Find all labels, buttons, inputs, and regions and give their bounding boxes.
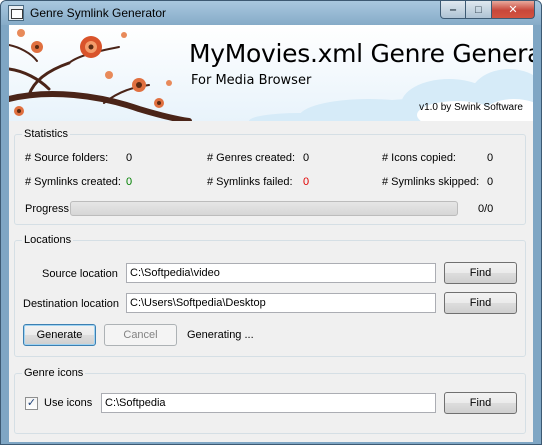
progress-count: 0/0 — [478, 203, 494, 215]
locations-group-label: Locations — [22, 234, 74, 246]
maximize-button[interactable]: □ — [466, 1, 492, 19]
destination-find-button[interactable]: Find — [444, 292, 517, 314]
status-text: Generating ... — [187, 329, 254, 341]
genres-created-value: 0 — [303, 152, 310, 164]
banner-subtitle: For Media Browser — [191, 73, 312, 88]
symlinks-created-value: 0 — [126, 176, 133, 188]
header-banner: MyMovies.xml Genre Generator For Media B… — [9, 25, 533, 121]
minimize-icon: ‒ — [449, 3, 457, 16]
use-icons-label[interactable]: Use icons — [44, 397, 92, 409]
statistics-group-label: Statistics — [22, 128, 71, 140]
title-bar[interactable]: Genre Symlink Generator ‒ □ ✕ — [1, 1, 541, 25]
progress-label: Progress — [25, 203, 70, 215]
source-location-input[interactable]: C:\Softpedia\video — [126, 263, 436, 283]
progress-bar — [70, 201, 458, 216]
window-title: Genre Symlink Generator — [30, 6, 167, 20]
symlinks-failed-label: # Symlinks failed: — [207, 176, 293, 188]
icons-copied-label: # Icons copied: — [382, 152, 456, 164]
generate-button[interactable]: Generate — [23, 324, 96, 346]
source-location-label: Source location — [42, 268, 118, 280]
icons-find-button[interactable]: Find — [444, 392, 517, 414]
genre-icons-group: Genre icons ✓ Use icons C:\Softpedia Fin… — [14, 367, 526, 434]
symlinks-skipped-value: 0 — [487, 176, 494, 188]
source-folders-label: # Source folders: — [25, 152, 109, 164]
caption-buttons: ‒ □ ✕ — [440, 1, 535, 19]
source-folders-value: 0 — [126, 152, 133, 164]
close-icon: ✕ — [508, 4, 518, 16]
genre-icons-group-label: Genre icons — [22, 367, 86, 379]
form-area: Statistics # Source folders: 0 # Genres … — [9, 121, 533, 442]
client-area: MyMovies.xml Genre Generator For Media B… — [9, 25, 533, 442]
symlinks-created-label: # Symlinks created: — [25, 176, 121, 188]
source-find-button[interactable]: Find — [444, 262, 517, 284]
destination-location-label: Destination location — [23, 298, 120, 310]
minimize-button[interactable]: ‒ — [440, 1, 466, 19]
app-icon — [8, 5, 24, 21]
icons-copied-value: 0 — [487, 152, 494, 164]
icons-path-input[interactable]: C:\Softpedia — [101, 393, 436, 413]
genres-created-label: # Genres created: — [207, 152, 296, 164]
close-button[interactable]: ✕ — [492, 1, 535, 19]
destination-location-input[interactable]: C:\Users\Softpedia\Desktop — [126, 293, 436, 313]
symlinks-skipped-label: # Symlinks skipped: — [382, 176, 480, 188]
use-icons-checkbox[interactable]: ✓ — [25, 397, 38, 410]
app-window: Genre Symlink Generator ‒ □ ✕ MyMovies.x… — [0, 0, 542, 445]
maximize-icon: □ — [475, 3, 482, 16]
cancel-button[interactable]: Cancel — [104, 324, 177, 346]
locations-group: Locations Source location C:\Softpedia\v… — [14, 234, 526, 357]
version-label: v1.0 by Swink Software — [419, 102, 523, 113]
banner-title: MyMovies.xml Genre Generator — [189, 39, 533, 68]
statistics-group: Statistics # Source folders: 0 # Genres … — [14, 128, 526, 225]
symlinks-failed-value: 0 — [303, 176, 310, 188]
